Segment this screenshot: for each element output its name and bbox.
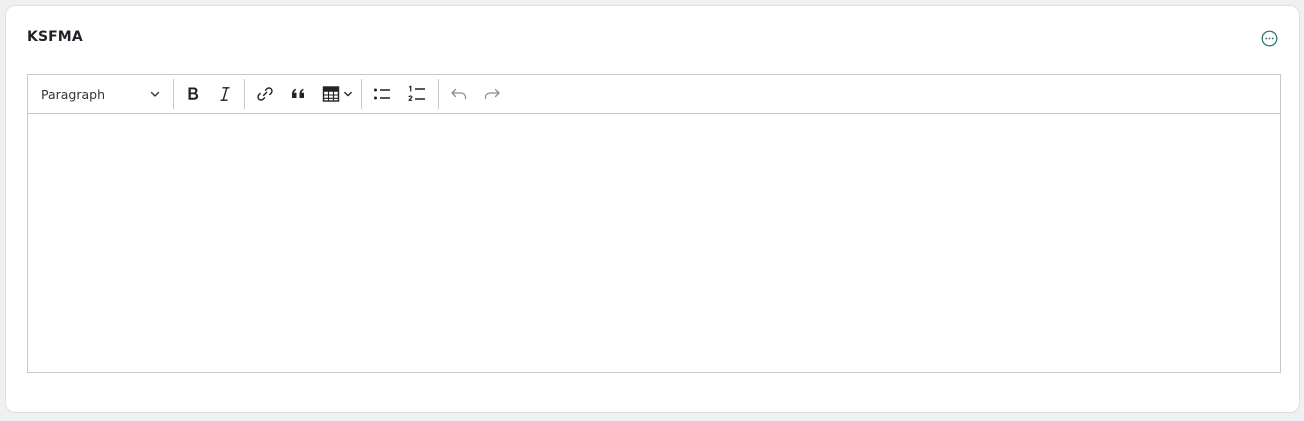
bold-button[interactable]: [177, 79, 209, 109]
more-options-icon[interactable]: [1261, 30, 1278, 47]
editor-toolbar: Paragraph: [28, 75, 1280, 114]
italic-icon: [220, 87, 230, 101]
undo-icon: [451, 88, 467, 100]
editor-content-area[interactable]: [28, 114, 1280, 372]
bulleted-list-button[interactable]: [365, 79, 399, 109]
blockquote-button[interactable]: [282, 79, 316, 109]
redo-button[interactable]: [476, 79, 508, 109]
heading-dropdown-value: Paragraph: [41, 86, 106, 102]
ksfma-card: KSFMA Paragraph: [5, 5, 1300, 413]
italic-button[interactable]: [209, 79, 241, 109]
toolbar-separator: [438, 79, 439, 109]
link-icon: [257, 87, 273, 101]
insert-table-button[interactable]: [316, 79, 358, 109]
redo-icon: [484, 88, 500, 100]
toolbar-separator: [173, 79, 174, 109]
quote-icon: [292, 88, 304, 98]
undo-button[interactable]: [442, 79, 476, 109]
toolbar-separator: [361, 79, 362, 109]
card-title: KSFMA: [27, 29, 83, 45]
numbered-list-icon: [408, 85, 425, 101]
bulleted-list-icon: [374, 88, 390, 100]
numbered-list-button[interactable]: [399, 79, 435, 109]
link-button[interactable]: [248, 79, 282, 109]
rich-text-editor: Paragraph: [27, 74, 1281, 373]
toolbar-separator: [244, 79, 245, 109]
heading-dropdown[interactable]: Paragraph: [32, 79, 170, 109]
chevron-down-icon: [150, 91, 160, 97]
bold-icon: [188, 87, 199, 100]
table-icon: [322, 86, 340, 102]
chevron-down-icon: [344, 91, 352, 97]
